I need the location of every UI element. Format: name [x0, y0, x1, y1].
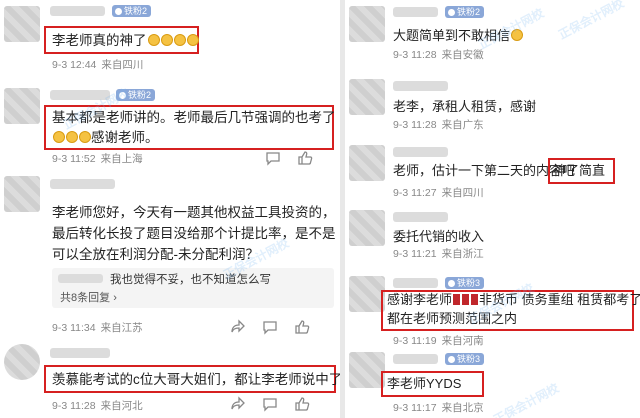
- comment-meta: 9-3 12:44 来自四川: [52, 59, 144, 71]
- fan-badge: 铁粉2: [112, 5, 152, 17]
- comment-item[interactable]: 李老师您好，今天有一题其他权益工具投资的， 最后转化长投了题目没给那个计提比率，…: [0, 172, 340, 340]
- avatar[interactable]: [349, 6, 385, 42]
- badge-icon: [115, 8, 122, 15]
- avatar[interactable]: [349, 352, 385, 388]
- laugh-emoji-icon: [160, 34, 173, 46]
- grin-emoji-icon: [79, 131, 91, 143]
- reply-text: 我也觉得不妥，也不知道怎么写: [110, 274, 271, 286]
- comment-item[interactable]: 铁粉2 大题简单到不敢相信 9-3 11:28 来自安徽: [345, 0, 640, 72]
- like-icon[interactable]: [297, 150, 313, 166]
- comment-actions: [230, 319, 310, 335]
- comment-item[interactable]: 羡慕能考试的c位大哥大姐们，都让李老师说中了 9-3 11:28 来自河北: [0, 342, 340, 418]
- avatar[interactable]: [349, 79, 385, 115]
- username[interactable]: [50, 348, 110, 358]
- comment-meta: 9-3 11:34 来自江苏: [52, 322, 143, 334]
- comment-text-line: 最后转化长投了题目没给那个计提比率，是不是: [52, 226, 336, 241]
- badge-icon: [448, 356, 455, 363]
- comment-meta: 9-3 11:28 来自广东: [393, 119, 484, 131]
- comment-meta: 9-3 11:27 来自四川: [393, 187, 484, 199]
- avatar[interactable]: [4, 88, 40, 124]
- username[interactable]: [50, 90, 110, 100]
- comment-meta: 9-3 11:17 来自北京: [393, 402, 484, 414]
- comment-text: 李老师YYDS: [387, 376, 462, 391]
- comment-text-highlight: 神了简直: [553, 163, 606, 178]
- chevron-right-icon: ›: [113, 292, 117, 304]
- fan-badge: 铁粉3: [445, 277, 485, 289]
- comment-icon[interactable]: [265, 150, 281, 166]
- smile-emoji-icon: [511, 29, 524, 41]
- comment-text: 羡慕能考试的c位大哥大姐们，都让李老师说中了: [52, 372, 340, 387]
- fan-badge: 铁粉3: [445, 353, 485, 365]
- comment-text: 大题简单到不敢相信: [393, 25, 524, 46]
- grin-emoji-icon: [66, 131, 78, 143]
- flag-emoji-icon: [453, 294, 461, 305]
- username[interactable]: [50, 179, 115, 189]
- reply-preview[interactable]: 我也觉得不妥，也不知道怎么写 共8条回复 ›: [52, 268, 334, 308]
- comment-actions: [230, 396, 310, 412]
- like-icon[interactable]: [294, 319, 310, 335]
- laugh-emoji-icon: [186, 34, 199, 46]
- username[interactable]: [393, 7, 438, 17]
- comment-item[interactable]: 老李，承租人租赁，感谢 9-3 11:28 来自广东: [345, 75, 640, 143]
- comment-item[interactable]: 老师，估计一下第二天的内容吧 神了简直 9-3 11:27 来自四川: [345, 143, 640, 206]
- comment-meta: 9-3 11:21 来自浙江: [393, 248, 484, 260]
- flag-emoji-icon: [462, 294, 470, 305]
- avatar[interactable]: [349, 145, 385, 181]
- avatar[interactable]: [4, 176, 40, 212]
- fan-badge: 铁粉2: [116, 89, 156, 101]
- username[interactable]: [50, 6, 105, 16]
- laugh-emoji-icon: [173, 34, 186, 46]
- username[interactable]: [393, 212, 448, 222]
- share-icon[interactable]: [230, 396, 246, 412]
- avatar[interactable]: [4, 344, 40, 380]
- badge-icon: [448, 9, 455, 16]
- laugh-emoji-icon: [147, 34, 160, 46]
- comment-meta: 9-3 11:28 来自安徽: [393, 49, 484, 61]
- comment-text-line: 感谢老师。: [52, 127, 159, 148]
- comment-icon[interactable]: [262, 396, 278, 412]
- avatar[interactable]: [349, 210, 385, 246]
- username[interactable]: [393, 81, 448, 91]
- comment-item[interactable]: 铁粉3 李老师YYDS 9-3 11:17 来自北京: [345, 348, 640, 418]
- comment-item[interactable]: 委托代销的收入 9-3 11:21 来自浙江: [345, 206, 640, 268]
- comment-text-line: 都在老师预测范围之内: [387, 311, 518, 326]
- username[interactable]: [393, 278, 438, 288]
- comment-item[interactable]: 铁粉2 李老师真的神了 9-3 12:44 来自四川: [0, 0, 340, 72]
- comment-text: 老李，承租人租赁，感谢: [393, 99, 537, 114]
- comment-meta: 9-3 11:52 来自上海: [52, 153, 143, 165]
- comment-text: 委托代销的收入: [393, 229, 485, 244]
- badge-icon: [448, 280, 455, 287]
- comment-item[interactable]: 铁粉2 基本都是老师讲的。老师最后几节强调的也考了 感谢老师。 9-3 11:5…: [0, 84, 340, 166]
- view-replies-link[interactable]: 共8条回复 ›: [60, 289, 117, 305]
- comment-meta: 9-3 11:19 来自河南: [393, 335, 484, 347]
- comment-item[interactable]: 铁粉3 感谢李老师 非货币 债务重组 租赁都考了 都在老师预测范围之内 9-3 1…: [345, 268, 640, 347]
- left-comment-panel: 铁粉2 李老师真的神了 9-3 12:44 来自四川 铁粉2 基本都是老师讲的。老…: [0, 0, 340, 418]
- grin-emoji-icon: [53, 131, 65, 143]
- comment-text-line: 感谢李老师 非货币 债务重组 租赁都考了: [387, 292, 640, 307]
- comment-actions: [265, 150, 313, 166]
- avatar[interactable]: [349, 276, 385, 312]
- flag-emoji-icon: [471, 294, 479, 305]
- username[interactable]: [393, 354, 438, 364]
- comment-text-line: 基本都是老师讲的。老师最后几节强调的也考了: [52, 110, 336, 125]
- badge-icon: [119, 92, 126, 99]
- share-icon[interactable]: [230, 319, 246, 335]
- reply-username[interactable]: [58, 274, 103, 283]
- like-icon[interactable]: [294, 396, 310, 412]
- avatar[interactable]: [4, 6, 40, 42]
- username[interactable]: [393, 147, 448, 157]
- comment-icon[interactable]: [262, 319, 278, 335]
- comment-text: 李老师真的神了: [52, 30, 199, 51]
- fan-badge: 铁粉2: [445, 6, 485, 18]
- right-comment-panel: 铁粉2 大题简单到不敢相信 9-3 11:28 来自安徽 老李，承租人租赁，感谢 …: [345, 0, 640, 418]
- comment-meta: 9-3 11:28 来自河北: [52, 400, 143, 412]
- comment-text-line: 李老师您好，今天有一题其他权益工具投资的，: [52, 205, 336, 220]
- comment-text-line: 可以全放在利润分配-未分配利润？: [52, 247, 259, 262]
